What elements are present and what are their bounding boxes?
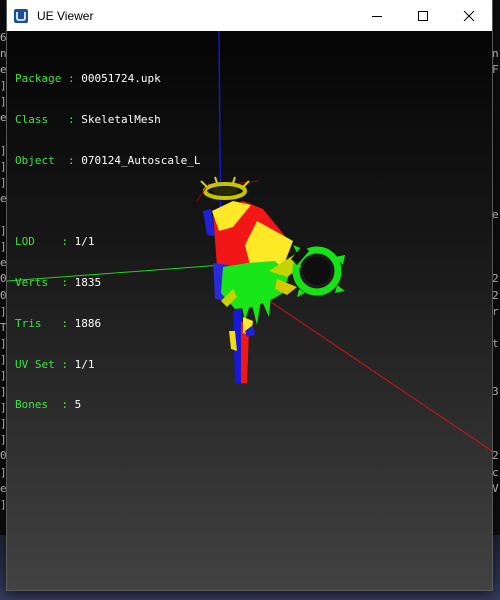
info-value-object: 070124_Autoscale_L (81, 153, 201, 167)
info-label-class: Class (15, 112, 49, 126)
top-ring-mesh (196, 176, 260, 202)
info-row-lod: LOD : 1/1 (15, 235, 95, 249)
minimize-icon (372, 15, 382, 17)
info-label-package: Package (15, 72, 62, 86)
info-value-verts: 1835 (74, 276, 102, 290)
info-value-tris: 1886 (74, 316, 102, 330)
info-label-verts: Verts (15, 276, 49, 290)
info-label-tris: Tris (15, 316, 42, 330)
info-label-lod: LOD (15, 235, 35, 249)
info-row-object: Object : 070124_Autoscale_L (15, 153, 201, 167)
info-row-package: Package : 00051724.upk (15, 72, 161, 86)
title-bar[interactable]: UE Viewer (7, 0, 492, 31)
background-console-text-right: n F e 2 2 r t 3 2 c V (492, 47, 499, 495)
info-row-tris: Tris : 1886 (15, 316, 102, 330)
green-gear-mesh (291, 245, 345, 297)
info-value-package: 00051724.upk (81, 72, 161, 86)
info-row-verts: Verts : 1835 (15, 276, 102, 290)
close-button[interactable] (446, 0, 492, 31)
info-value-bones: 5 (74, 398, 82, 412)
info-row-bones: Bones : 5 (15, 398, 82, 412)
minimize-button[interactable] (354, 0, 400, 31)
x-axis-line (261, 295, 492, 452)
window-title: UE Viewer (37, 8, 94, 23)
ue-viewer-window: UE Viewer Package: 00051724.upk Class:… (7, 0, 492, 590)
info-label-bones: Bones (15, 398, 49, 412)
info-label-object: Object (15, 153, 55, 167)
info-value-class: SkeletalMesh (81, 112, 161, 126)
maximize-icon (418, 10, 428, 21)
ue-viewer-app-icon (14, 8, 28, 23)
info-row-uvset: UV Set : 1/1 (15, 357, 95, 371)
info-label-uvset: UV Set (15, 357, 55, 371)
info-value-lod: 1/1 (74, 235, 95, 249)
info-value-uvset: 1/1 (74, 357, 95, 371)
3d-viewport[interactable]: Package : 00051724.upk Class : SkeletalM… (7, 31, 492, 590)
mesh-info-overlay: Package : 00051724.upk Class : SkeletalM… (15, 45, 200, 439)
close-icon (463, 10, 475, 21)
maximize-button[interactable] (400, 0, 446, 31)
info-row-class: Class : SkeletalMesh (15, 112, 161, 126)
